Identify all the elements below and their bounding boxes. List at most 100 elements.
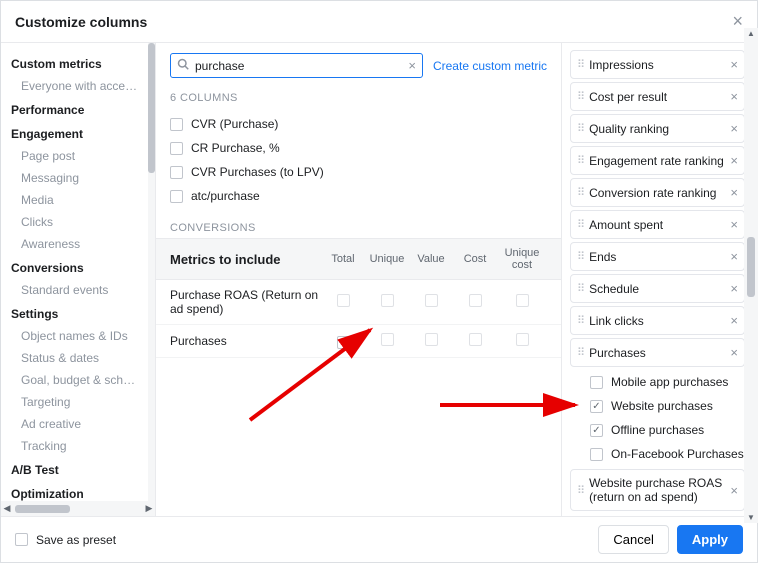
drag-handle-icon[interactable]: ⠿	[577, 282, 583, 295]
scroll-right-icon[interactable]: ▶	[143, 503, 155, 514]
selected-column[interactable]: ⠿Website purchase ROAS (return on ad spe…	[570, 469, 745, 511]
drag-handle-icon[interactable]: ⠿	[577, 250, 583, 263]
checkbox[interactable]	[469, 294, 482, 307]
selected-column[interactable]: ⠿Ends×	[570, 242, 745, 271]
remove-column-icon[interactable]: ×	[730, 121, 738, 136]
sidebar-item[interactable]: Ad creative	[1, 413, 151, 435]
selected-sub-item[interactable]: Mobile app purchases	[564, 370, 757, 394]
sidebar-item[interactable]: Object names & IDs	[1, 325, 151, 347]
checkbox[interactable]	[590, 424, 603, 437]
drag-handle-icon[interactable]: ⠿	[577, 186, 583, 199]
selected-column[interactable]: ⠿Engagement rate ranking×	[570, 146, 745, 175]
remove-column-icon[interactable]: ×	[730, 249, 738, 264]
selected-column[interactable]: ⠿Cost per result×	[570, 82, 745, 111]
scroll-down-icon[interactable]: ▼	[747, 512, 755, 516]
sidebar-section-engagement[interactable]: Engagement	[1, 121, 151, 145]
checkbox[interactable]	[590, 400, 603, 413]
checkbox[interactable]	[516, 333, 529, 346]
remove-column-icon[interactable]: ×	[730, 89, 738, 104]
remove-column-icon[interactable]: ×	[730, 57, 738, 72]
drag-handle-icon[interactable]: ⠿	[577, 154, 583, 167]
selected-sub-item[interactable]: Website purchases	[564, 394, 757, 418]
checkbox[interactable]	[381, 294, 394, 307]
checkbox[interactable]	[590, 448, 603, 461]
selected-column[interactable]: ⠿ Conversion rate ranking×	[570, 178, 745, 207]
sidebar-item[interactable]: Messaging	[1, 167, 151, 189]
checkbox[interactable]	[337, 336, 350, 349]
sidebar-item[interactable]: Targeting	[1, 391, 151, 413]
checkbox[interactable]	[516, 294, 529, 307]
selected-column[interactable]: ⠿ Impressions×	[570, 50, 745, 79]
remove-column-icon[interactable]: ×	[730, 281, 738, 296]
remove-column-icon[interactable]: ×	[730, 217, 738, 232]
close-icon[interactable]: ×	[732, 11, 743, 32]
selected-column-purchases[interactable]: ⠿Purchases×	[570, 338, 745, 367]
checkbox[interactable]	[590, 376, 603, 389]
search-box[interactable]: ×	[170, 53, 423, 78]
search-input[interactable]	[195, 59, 408, 73]
column-result[interactable]: atc/purchase	[170, 184, 547, 208]
checkbox[interactable]	[170, 118, 183, 131]
sidebar-section-performance[interactable]: Performance	[1, 97, 151, 121]
remove-column-icon[interactable]: ×	[730, 153, 738, 168]
checkbox[interactable]	[425, 333, 438, 346]
column-result[interactable]: CVR Purchases (to LPV)	[170, 160, 547, 184]
create-custom-metric-link[interactable]: Create custom metric	[433, 59, 547, 73]
remove-column-icon[interactable]: ×	[730, 185, 738, 200]
drag-handle-icon[interactable]: ⠿	[577, 58, 583, 71]
selected-sub-item[interactable]: On-Facebook Purchases	[564, 442, 757, 466]
selected-column[interactable]: ⠿Schedule×	[570, 274, 745, 303]
metrics-col-value: Value	[409, 253, 453, 265]
checkbox[interactable]	[170, 190, 183, 203]
sidebar-horizontal-scrollbar[interactable]: ◀ ▶	[1, 501, 155, 516]
sidebar-item[interactable]: Clicks	[1, 211, 151, 233]
save-preset-option[interactable]: Save as preset	[15, 533, 116, 547]
clear-search-icon[interactable]: ×	[408, 58, 416, 73]
remove-column-icon[interactable]: ×	[730, 313, 738, 328]
checkbox[interactable]	[170, 166, 183, 179]
checkbox[interactable]	[15, 533, 28, 546]
selected-sub-item[interactable]: Offline purchases	[564, 418, 757, 442]
sidebar-item[interactable]: Page post	[1, 145, 151, 167]
sidebar-vertical-scrollbar[interactable]	[148, 43, 155, 516]
sidebar-item[interactable]: Tracking	[1, 435, 151, 457]
selected-sub-label: Mobile app purchases	[611, 375, 728, 389]
apply-button[interactable]: Apply	[677, 525, 743, 554]
remove-column-icon[interactable]: ×	[730, 483, 738, 498]
checkbox[interactable]	[170, 142, 183, 155]
column-result[interactable]: CVR (Purchase)	[170, 112, 547, 136]
selected-column[interactable]: ⠿Link clicks×	[570, 306, 745, 335]
sidebar-item[interactable]: Goal, budget & schedule	[1, 369, 151, 391]
selected-column-label: Conversion rate ranking	[589, 186, 730, 200]
column-result[interactable]: CR Purchase, %	[170, 136, 547, 160]
metrics-row-label: Purchases	[170, 334, 321, 348]
right-vertical-scrollbar[interactable]: ▲ ▼	[744, 43, 757, 516]
remove-column-icon[interactable]: ×	[730, 345, 738, 360]
drag-handle-icon[interactable]: ⠿	[577, 90, 583, 103]
sidebar-section-ab-test[interactable]: A/B Test	[1, 457, 151, 481]
drag-handle-icon[interactable]: ⠿	[577, 484, 583, 497]
sidebar-item[interactable]: Everyone with access to	[1, 75, 151, 97]
sidebar-item[interactable]: Status & dates	[1, 347, 151, 369]
sidebar-section-custom-metrics[interactable]: Custom metrics	[1, 51, 151, 75]
selected-column-label: Quality ranking	[589, 122, 730, 136]
modal-title: Customize columns	[15, 14, 147, 30]
sidebar-section-conversions[interactable]: Conversions	[1, 255, 151, 279]
drag-handle-icon[interactable]: ⠿	[577, 122, 583, 135]
checkbox[interactable]	[337, 294, 350, 307]
sidebar-item[interactable]: Standard events	[1, 279, 151, 301]
sidebar-section-settings[interactable]: Settings	[1, 301, 151, 325]
selected-column[interactable]: ⠿Amount spent×	[570, 210, 745, 239]
drag-handle-icon[interactable]: ⠿	[577, 314, 583, 327]
scroll-left-icon[interactable]: ◀	[1, 503, 13, 514]
checkbox[interactable]	[381, 333, 394, 346]
checkbox[interactable]	[469, 333, 482, 346]
drag-handle-icon[interactable]: ⠿	[577, 218, 583, 231]
selected-column[interactable]: ⠿ Quality ranking×	[570, 114, 745, 143]
cancel-button[interactable]: Cancel	[598, 525, 668, 554]
drag-handle-icon[interactable]: ⠿	[577, 346, 583, 359]
sidebar-item[interactable]: Awareness	[1, 233, 151, 255]
sidebar-item[interactable]: Media	[1, 189, 151, 211]
selected-column-label: Impressions	[589, 58, 730, 72]
checkbox[interactable]	[425, 294, 438, 307]
